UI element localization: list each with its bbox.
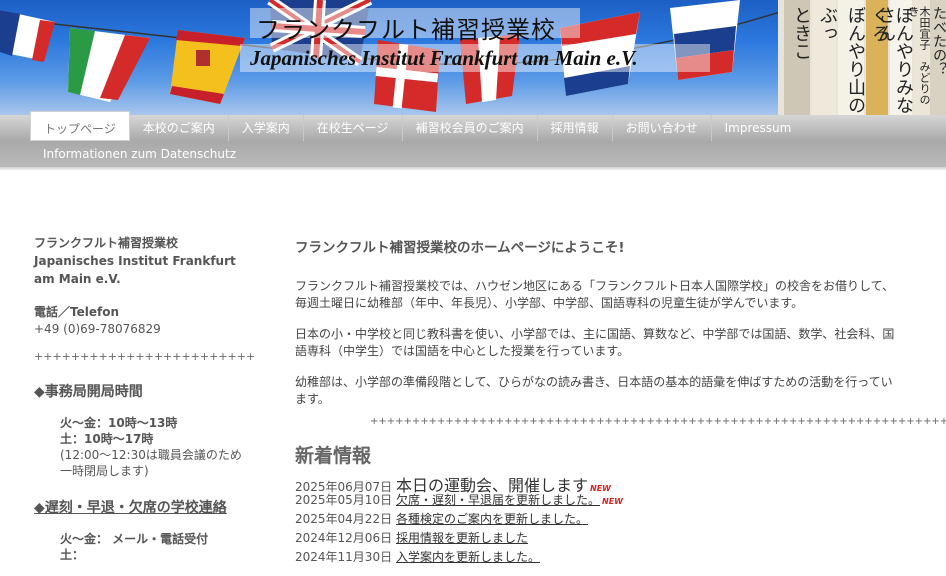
absence-contact-info: 火〜金： メール・電話受付 土： (60, 531, 244, 563)
news-link[interactable]: 各種検定のご案内を更新しました。 (396, 510, 588, 527)
nav-item-contact[interactable]: お問い合わせ (613, 115, 712, 141)
office-hours-heading: ◆事務局開局時間 (34, 384, 143, 400)
school-name-ja: フランクフルト補習授業校 (34, 236, 179, 250)
news-item: 2024年11月30日 入学案内を更新しました。 (295, 548, 895, 567)
books-image: ときこ ぶっ ぼんやり山の くろ ぼんやりみなさん 木田宜子 みどりのき たべた… (778, 0, 946, 115)
news-item: 2025年05月10日 欠席・遅刻・早退届を更新しました。 NEW (295, 491, 895, 510)
office-hours-saturday: 土：10時〜17時 (60, 432, 154, 446)
nav-item-admission[interactable]: 入学案内 (229, 115, 304, 141)
nav-row: Informationen zum Datenschutz (30, 141, 249, 167)
header-banner: ときこ ぶっ ぼんやり山の くろ ぼんやりみなさん 木田宜子 みどりのき たべた… (0, 0, 946, 115)
office-hours-note: (12:00〜12:30は職員会議のため一時閉局します) (60, 448, 242, 478)
nav-item-impressum[interactable]: Impressum (712, 115, 805, 141)
news-date: 2024年11月30日 (295, 550, 393, 564)
absence-contact-link[interactable]: ◆遅刻・早退・欠席の学校連絡 (34, 497, 244, 517)
nav-row: トップページ 本校のご案内 入学案内 在校生ページ 補習校会員のご案内 採用情報… (30, 111, 805, 141)
news-item: 2025年06月07日 本日の運動会、開催します NEW (295, 472, 895, 495)
book-spine: ときこ (784, 0, 812, 115)
office-hours-weekday: 火〜金：10時〜13時 (60, 416, 178, 430)
separator: ++++++++++++++++++++++++ (34, 350, 256, 363)
site-title-de: Japanisches Institut Frankfurt am Main e… (250, 46, 638, 70)
book-spine: 木田宜子 みどりのき (907, 0, 931, 115)
phone-number: +49 (0)69-78076829 (34, 322, 161, 336)
nav-item-datenschutz[interactable]: Informationen zum Datenschutz (30, 141, 249, 167)
main-content: フランクフルト補習授業校のホームページにようこそ! フランクフルト補習授業校では… (295, 236, 946, 567)
school-name-de: Japanisches Institut Frankfurt am Main e… (34, 254, 236, 286)
nav-item-membership[interactable]: 補習校会員のご案内 (403, 115, 538, 141)
nav-item-about[interactable]: 本校のご案内 (130, 115, 229, 141)
book-spine: たべたの？ (930, 0, 946, 115)
absence-saturday: 土： (60, 548, 85, 562)
site-title-ja: フランクフルト補習授業校 (256, 16, 556, 44)
news-date: 2025年05月10日 (295, 493, 393, 507)
welcome-heading: フランクフルト補習授業校のホームページにようこそ! (295, 240, 625, 256)
new-badge: NEW (602, 497, 623, 506)
curriculum-paragraph: 日本の小・中学校と同じ教科書を使い、小学部では、主に国語、算数など、中学部では国… (295, 327, 895, 358)
nav-item-recruitment[interactable]: 採用情報 (538, 115, 613, 141)
news-date: 2024年12月06日 (295, 531, 393, 545)
news-link[interactable]: 入学案内を更新しました。 (396, 548, 540, 565)
kindergarten-paragraph: 幼稚部は、小学部の準備段階として、ひらがなの読み書き、日本語の基本的語彙を伸ばす… (295, 375, 893, 406)
phone-label: 電話／Telefon (34, 305, 119, 319)
book-spine: ぶっ (812, 0, 838, 115)
separator: ++++++++++++++++++++++++++++++++++++++++… (370, 416, 946, 427)
nav-item-top[interactable]: トップページ (30, 111, 130, 141)
nav-item-students[interactable]: 在校生ページ (304, 115, 403, 141)
office-hours: 火〜金：10時〜13時 土：10時〜17時 (12:00〜12:30は職員会議の… (60, 415, 244, 479)
nav-shadow (0, 167, 946, 171)
news-list: 2025年06月07日 本日の運動会、開催します NEW 2025年05月10日… (295, 472, 895, 567)
intro-paragraph: フランクフルト補習授業校では、ハウゼン地区にある「フランクフルト日本人国際学校」… (295, 279, 895, 310)
main-navigation: トップページ 本校のご案内 入学案内 在校生ページ 補習校会員のご案内 採用情報… (0, 111, 946, 167)
news-link[interactable]: 採用情報を更新しました (396, 529, 528, 546)
news-date: 2025年04月22日 (295, 512, 393, 526)
absence-weekday: 火〜金： メール・電話受付 (60, 532, 209, 546)
book-spine: ぼんやり山の (838, 0, 866, 115)
news-item: 2024年12月06日 採用情報を更新しました (295, 529, 895, 548)
book-spine: ぼんやりみなさん (875, 0, 914, 115)
news-link[interactable]: 欠席・遅刻・早退届を更新しました。 (396, 491, 600, 508)
news-heading: 新着情報 (295, 445, 372, 467)
sidebar: フランクフルト補習授業校 Japanisches Institut Frankf… (34, 234, 256, 563)
news-item: 2025年04月22日 各種検定のご案内を更新しました。 (295, 510, 895, 529)
